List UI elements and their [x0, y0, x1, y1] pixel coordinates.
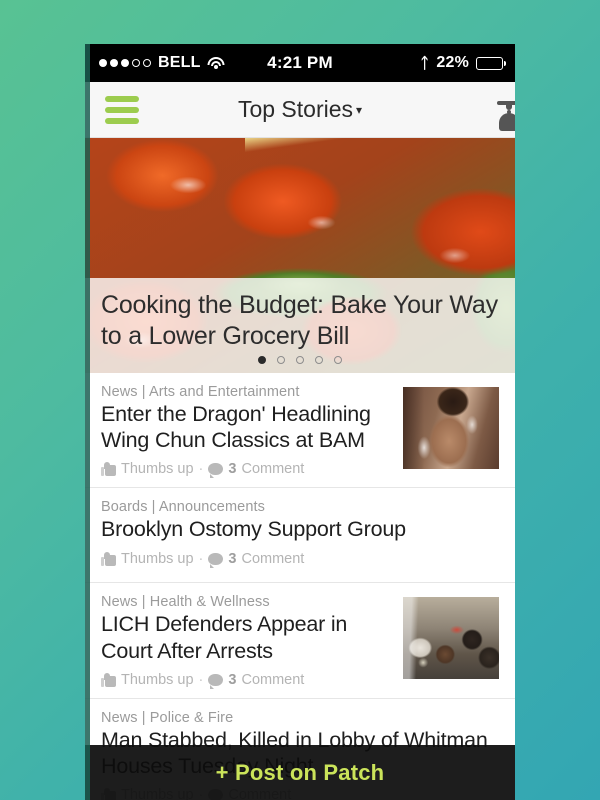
story-list-item[interactable]: News | Health & Wellness LICH Defenders A… — [85, 583, 515, 699]
carousel-pagination-dots[interactable] — [85, 356, 515, 364]
signal-strength-icon — [99, 59, 151, 67]
phone-screen: BELL 4:21 PM ᛏ 22% Top Stories ▾ Cooking … — [85, 44, 515, 800]
carousel-dot[interactable] — [296, 356, 304, 364]
story-list-item[interactable]: Boards | Announcements Brooklyn Ostomy Su… — [85, 488, 515, 584]
thumbs-up-icon[interactable] — [101, 672, 116, 687]
carrier-label: BELL — [158, 54, 201, 71]
comment-label[interactable]: Comment — [241, 672, 304, 688]
story-category: Boards | Announcements — [101, 499, 265, 516]
carousel-dot[interactable] — [334, 356, 342, 364]
story-category: News | Arts and Entertainment — [101, 384, 300, 400]
story-headline: LICH Defenders Appear in Court After Arr… — [101, 612, 348, 663]
page-title[interactable]: Top Stories ▾ — [85, 96, 515, 123]
story-category: News | Health & Wellness — [101, 594, 270, 611]
thumbs-up-icon[interactable] — [101, 462, 116, 477]
thumbs-up-label[interactable]: Thumbs up — [121, 461, 194, 477]
signal-dot-filled — [110, 59, 118, 67]
meta-separator: · — [198, 550, 204, 567]
signal-dot-filled — [99, 59, 107, 67]
story-category: News | Police & Fire — [101, 709, 234, 726]
story-meta-row: Thumbs up · 3 Comment — [101, 550, 499, 568]
post-on-patch-label: + Post on Patch — [215, 759, 385, 785]
chevron-down-icon: ▾ — [356, 103, 363, 117]
status-bar-left: BELL — [99, 54, 225, 72]
comment-label[interactable]: Comment — [241, 461, 304, 477]
status-bar-right: ᛏ 22% — [420, 54, 507, 72]
comment-icon[interactable] — [208, 463, 224, 479]
comment-icon[interactable] — [208, 552, 224, 568]
comment-icon[interactable] — [208, 673, 224, 689]
story-thumbnail — [403, 597, 499, 680]
story-meta-row: Thumbs up · 3 Comment — [101, 461, 391, 479]
meta-separator: · — [198, 461, 204, 478]
signal-dot-empty — [143, 59, 151, 67]
bluetooth-icon: ᛏ — [420, 54, 430, 72]
navigation-bar: Top Stories ▾ — [85, 82, 515, 138]
comment-count: 3 — [228, 550, 237, 567]
comment-count: 3 — [228, 671, 237, 688]
signal-dot-empty — [132, 59, 140, 67]
story-text-block: Boards | Announcements Brooklyn Ostomy Su… — [101, 499, 499, 568]
post-on-patch-button[interactable]: + Post on Patch — [85, 745, 515, 800]
thumbs-up-icon[interactable] — [101, 551, 116, 566]
wifi-icon — [207, 56, 225, 70]
featured-story-carousel[interactable]: Cooking the Budget: Bake Your Way to a L… — [85, 138, 515, 373]
story-list: News | Arts and Entertainment Enter the D… — [85, 373, 515, 800]
carousel-dot[interactable] — [277, 356, 285, 364]
story-thumbnail — [403, 387, 499, 469]
story-meta-row: Thumbs up · 3 Comment — [101, 671, 391, 689]
page-title-label: Top Stories — [237, 96, 354, 122]
battery-percent-label: 22% — [436, 54, 469, 71]
comment-count: 3 — [228, 461, 237, 478]
carousel-dot[interactable] — [258, 356, 266, 364]
carousel-dot[interactable] — [315, 356, 323, 364]
thumbs-up-label[interactable]: Thumbs up — [121, 672, 194, 688]
thumbs-up-label[interactable]: Thumbs up — [121, 551, 194, 567]
signal-dot-filled — [121, 59, 129, 67]
hamburger-menu-icon[interactable] — [105, 95, 139, 124]
status-bar: BELL 4:21 PM ᛏ 22% — [85, 44, 515, 82]
comment-label[interactable]: Comment — [241, 551, 304, 567]
battery-icon — [476, 56, 507, 70]
meta-separator: · — [198, 671, 204, 688]
story-headline: Brooklyn Ostomy Support Group — [101, 517, 406, 542]
story-list-item[interactable]: News | Arts and Entertainment Enter the D… — [85, 373, 515, 489]
story-headline: Enter the Dragon' Headlining Wing Chun C… — [101, 402, 371, 453]
featured-story-headline: Cooking the Budget: Bake Your Way to a L… — [101, 291, 498, 350]
